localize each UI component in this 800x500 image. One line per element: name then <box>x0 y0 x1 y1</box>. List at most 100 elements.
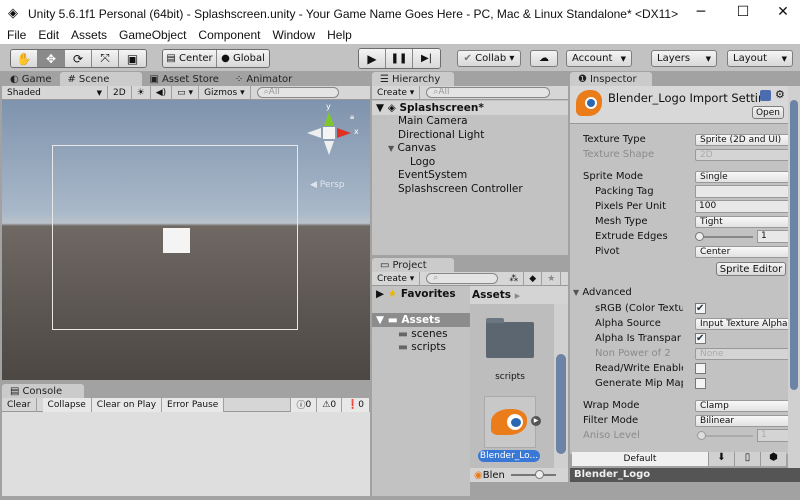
hierarchy-create-button[interactable]: Create ▾ <box>372 85 421 100</box>
project-search-input[interactable]: ⌕ <box>426 273 499 284</box>
scene-view[interactable]: y x 🔒︎ ◀ Persp <box>2 100 370 380</box>
2d-toggle[interactable]: 2D <box>108 85 132 100</box>
packing-tag-input[interactable] <box>695 185 798 198</box>
error-pause-button[interactable]: Error Pause <box>162 397 225 412</box>
collab-button[interactable]: ✔ Collab ▾ <box>457 50 521 67</box>
platform-tab-mobile[interactable]: ▯ <box>734 452 760 466</box>
menu-file[interactable]: File <box>0 28 31 44</box>
menu-assets[interactable]: Assets <box>64 28 112 44</box>
hierarchy-item[interactable]: ▼ Canvas <box>372 142 568 156</box>
scene-search-input[interactable]: ⌕All <box>256 87 339 98</box>
menu-edit[interactable]: Edit <box>31 28 64 44</box>
filter-mode-dropdown[interactable]: Bilinear <box>695 414 798 427</box>
mesh-type-dropdown[interactable]: Tight <box>695 215 798 228</box>
inspector-scrollbar[interactable] <box>788 86 800 468</box>
tab-scene[interactable]: # Scene <box>59 72 142 86</box>
clear-button[interactable]: Clear <box>2 397 37 412</box>
tab-project[interactable]: ▭ Project <box>372 258 454 272</box>
rect-tool-button[interactable]: ▣ <box>119 50 146 67</box>
help-icon[interactable] <box>760 90 771 101</box>
gizmo-y-cone[interactable] <box>324 112 334 126</box>
hierarchy-item[interactable]: Main Camera <box>372 115 568 129</box>
asset-label[interactable]: scripts <box>470 372 550 382</box>
move-tool-button[interactable]: ✥ <box>38 50 65 67</box>
gear-icon[interactable]: ⚙ <box>775 88 785 101</box>
thumbnail-size-slider[interactable] <box>510 470 556 479</box>
sprite-mode-dropdown[interactable]: Single <box>695 170 798 183</box>
scrollbar-thumb[interactable] <box>790 100 798 390</box>
tab-game[interactable]: ◐ Game <box>2 72 60 86</box>
collapse-button[interactable]: Collapse <box>42 397 92 412</box>
expand-sprite-icon[interactable]: ▶ <box>531 416 541 426</box>
expand-arrow-icon[interactable]: ▼ <box>388 144 394 153</box>
hierarchy-item[interactable]: Logo <box>372 155 568 169</box>
advanced-foldout[interactable]: ▼ Advanced <box>573 285 788 300</box>
alpha-source-dropdown[interactable]: Input Texture Alpha <box>695 317 798 330</box>
project-breadcrumb[interactable]: Assets ▶ <box>470 286 568 304</box>
warning-filter-toggle[interactable]: ⚠ 0 <box>317 397 343 412</box>
generate-mip-maps-checkbox[interactable] <box>695 378 706 389</box>
folder-thumbnail-icon[interactable] <box>486 322 534 358</box>
tab-console[interactable]: ▤ Console <box>2 384 84 398</box>
asset-label-selected[interactable]: Blender_Lo... <box>478 450 540 462</box>
hand-tool-button[interactable]: ✋ <box>11 50 38 67</box>
read-write-checkbox[interactable] <box>695 363 706 374</box>
platform-tab-standalone[interactable]: ⬇ <box>708 452 734 466</box>
step-button[interactable]: ▶| <box>413 49 440 68</box>
projection-label[interactable]: ◀ Persp <box>310 180 345 190</box>
gizmo-center[interactable] <box>323 127 335 139</box>
menu-help[interactable]: Help <box>320 28 357 44</box>
audio-toggle[interactable]: ◀) <box>151 85 173 100</box>
clear-on-play-button[interactable]: Clear on Play <box>91 397 163 412</box>
effects-dropdown[interactable]: ▭ ▾ <box>172 85 200 100</box>
error-filter-toggle[interactable]: ❗ 0 <box>342 397 370 412</box>
tab-inspector[interactable]: ❶ Inspector <box>570 72 652 86</box>
sprite-editor-button[interactable]: Sprite Editor <box>716 262 786 276</box>
cloud-button[interactable]: ☁ <box>530 50 558 67</box>
favorites-star-button[interactable]: ★ <box>542 271 562 286</box>
hierarchy-item[interactable]: EventSystem <box>372 169 568 183</box>
tab-animator[interactable]: ⁘ Animator <box>227 72 300 86</box>
favorites-row[interactable]: ▶ ★ Favorites <box>372 286 470 302</box>
scrollbar-thumb[interactable] <box>556 354 566 454</box>
pixels-per-unit-input[interactable]: 100 <box>695 200 798 213</box>
pivot-dropdown[interactable]: Center <box>695 245 798 258</box>
gizmo-x-cone[interactable] <box>337 128 351 138</box>
shading-dropdown[interactable]: Shaded ▼ <box>2 85 108 100</box>
platform-tab-default[interactable]: Default <box>572 452 708 466</box>
gizmo-neg-x-cone[interactable] <box>307 128 321 138</box>
close-button[interactable]: ✕ <box>768 4 798 20</box>
filter-by-label-button[interactable]: ◆ <box>524 271 543 286</box>
folder-item[interactable]: ▬ scenes <box>372 327 470 341</box>
blender-logo-thumbnail[interactable]: ▶ <box>484 396 541 448</box>
layers-dropdown[interactable]: Layers ▼ <box>651 50 717 67</box>
gizmos-dropdown[interactable]: Gizmos ▾ <box>199 85 251 100</box>
scale-tool-button[interactable]: ⤧ <box>92 50 119 67</box>
hierarchy-search-input[interactable]: ⌕All <box>426 87 551 98</box>
pause-button[interactable]: ❚❚ <box>386 49 413 68</box>
info-filter-toggle[interactable]: ⓘ 0 <box>290 397 318 412</box>
folder-item[interactable]: ▬ scripts <box>372 341 470 355</box>
extrude-edges-slider[interactable] <box>695 232 753 241</box>
preview-header[interactable]: Blender_Logo <box>570 468 800 482</box>
scene-gizmo[interactable]: y x 🔒︎ <box>302 102 362 170</box>
account-dropdown[interactable]: Account ▼ <box>566 50 632 67</box>
wrap-mode-dropdown[interactable]: Clamp <box>695 399 798 412</box>
texture-type-dropdown[interactable]: Sprite (2D and UI) <box>695 133 798 146</box>
menu-component[interactable]: Component <box>191 28 265 44</box>
tab-asset-store[interactable]: ▣ Asset Store <box>142 72 227 86</box>
open-button[interactable]: Open <box>752 106 784 119</box>
layout-dropdown[interactable]: Layout ▼ <box>727 50 793 67</box>
console-log-area[interactable] <box>2 412 370 496</box>
logo-object[interactable] <box>163 228 190 253</box>
pivot-global-button[interactable]: ● Global <box>217 50 269 67</box>
rotate-tool-button[interactable]: ⟳ <box>65 50 92 67</box>
menu-window[interactable]: Window <box>265 28 320 44</box>
platform-tab-android[interactable]: ⬢ <box>760 452 786 466</box>
menu-gameobject[interactable]: GameObject <box>112 28 191 44</box>
minimize-button[interactable]: ─ <box>686 4 716 20</box>
lock-icon[interactable]: 🔒︎ <box>350 112 354 122</box>
alpha-is-transparency-checkbox[interactable]: ✔ <box>695 333 706 344</box>
project-create-button[interactable]: Create ▾ <box>372 271 421 286</box>
hierarchy-item[interactable]: Directional Light <box>372 128 568 142</box>
